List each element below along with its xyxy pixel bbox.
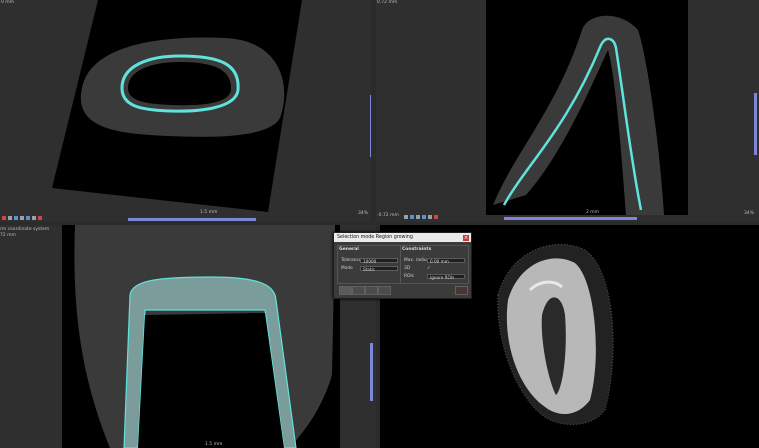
constraints-heading: Constraints xyxy=(402,247,432,252)
horizontal-scrollbar[interactable] xyxy=(504,217,637,220)
scale-bar-label: 2 mm xyxy=(586,210,600,215)
tool-button[interactable] xyxy=(352,286,365,295)
rois-label: ROIs xyxy=(404,274,414,279)
vertical-scrollbar[interactable] xyxy=(370,95,371,157)
viewport-toolbar[interactable] xyxy=(2,214,42,221)
apply-button[interactable] xyxy=(339,286,352,295)
ct-slice-bottom-left xyxy=(62,225,340,448)
layer-icon[interactable] xyxy=(422,214,426,219)
close-icon[interactable]: × xyxy=(463,234,469,241)
zoom-level: 34% xyxy=(358,211,369,216)
tolerance-label: Tolerance xyxy=(341,258,362,263)
general-heading: General xyxy=(339,247,359,252)
layer-icon[interactable] xyxy=(26,215,30,220)
vertical-scrollbar[interactable] xyxy=(370,343,373,401)
coordinate-system-label: rm coordinate system xyxy=(0,227,50,232)
viewport-label: 0.72 mm xyxy=(377,0,398,5)
tool-icon[interactable] xyxy=(8,215,12,220)
tool-icon[interactable] xyxy=(20,215,24,220)
max-radius-label: Max. radius xyxy=(404,258,429,263)
layer-icon[interactable] xyxy=(410,214,414,219)
tool-icon[interactable] xyxy=(32,215,36,220)
dialog-title-bar[interactable]: Selection mode Region growing × xyxy=(334,233,471,242)
viewport-bottom-left[interactable]: rm coordinate system 72 mm 1.5 mm xyxy=(0,225,376,448)
coordinate-readout: -0.72 mm xyxy=(377,213,399,218)
scale-bar-label: 1.5 mm xyxy=(200,210,218,215)
flag-icon[interactable] xyxy=(434,214,438,219)
tool-icon[interactable] xyxy=(428,214,432,219)
tool-button[interactable] xyxy=(378,286,391,295)
layer-icon[interactable] xyxy=(14,215,18,220)
record-icon[interactable] xyxy=(2,215,6,220)
threed-label: 3D xyxy=(404,266,411,271)
viewport-toolbar[interactable] xyxy=(404,213,438,220)
dialog-title: Selection mode Region growing xyxy=(337,235,413,240)
mode-select[interactable]: Static xyxy=(360,266,398,272)
zoom-level: 34% xyxy=(744,211,755,216)
ct-slice-top-right xyxy=(486,0,688,216)
vertical-scrollbar[interactable] xyxy=(754,93,757,155)
viewport-top-right[interactable]: 0.72 mm -0.72 mm 2 mm 34% xyxy=(376,0,759,222)
general-group: General Tolerance 10000 Mode Static xyxy=(337,245,401,284)
mode-label: Mode xyxy=(341,266,353,271)
tolerance-input[interactable]: 10000 xyxy=(360,258,398,264)
viewport-label: 72 mm xyxy=(0,233,16,238)
tool-icon[interactable] xyxy=(416,214,420,219)
ct-slice-top-left xyxy=(52,0,302,212)
rois-select[interactable]: Ignore ROIs xyxy=(427,274,465,280)
flag-icon[interactable] xyxy=(38,215,42,220)
constraints-group: Constraints Max. radius 0.00 mm 3D ✓ ROI… xyxy=(400,245,469,284)
viewport-label: 0 mm xyxy=(1,0,15,5)
scale-bar-label: 1.5 mm xyxy=(205,442,223,447)
max-radius-input[interactable]: 0.00 mm xyxy=(427,258,465,264)
horizontal-scrollbar[interactable] xyxy=(128,218,256,221)
reset-icon[interactable] xyxy=(455,286,468,295)
region-growing-dialog[interactable]: Selection mode Region growing × General … xyxy=(333,232,472,299)
threed-checkbox[interactable]: ✓ xyxy=(427,266,431,271)
tool-button[interactable] xyxy=(365,286,378,295)
viewport-top-left[interactable]: 0 mm 1.5 mm 34% xyxy=(0,0,371,222)
tool-icon[interactable] xyxy=(404,214,408,219)
